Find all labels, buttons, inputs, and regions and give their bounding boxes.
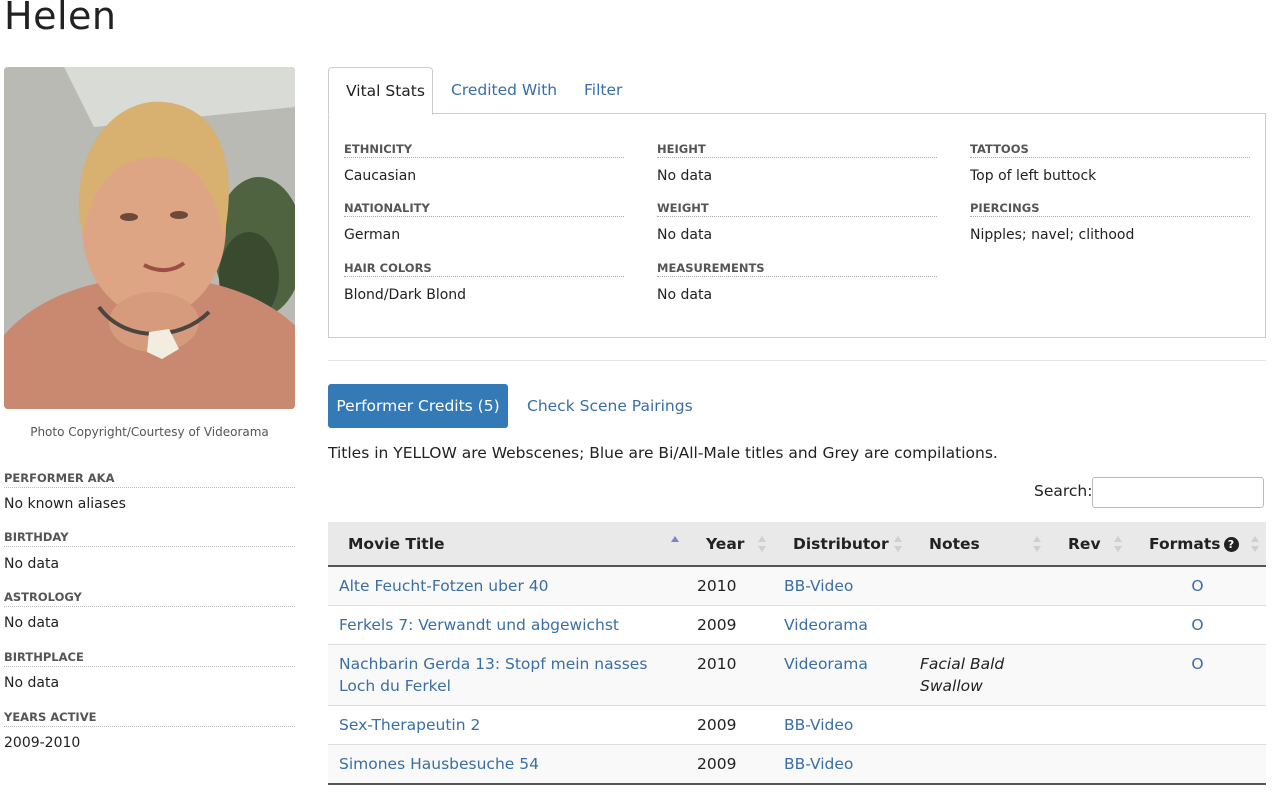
distributor-link[interactable]: Videorama xyxy=(784,616,868,634)
movie-title-link[interactable]: Simones Hausbesuche 54 xyxy=(339,755,539,773)
astrology-value: No data xyxy=(4,615,60,631)
movie-title-link[interactable]: Sex-Therapeutin 2 xyxy=(339,716,480,734)
tab-filter[interactable]: Filter xyxy=(567,67,639,113)
column-label: Year xyxy=(706,534,745,553)
sort-both-icon xyxy=(1114,536,1122,552)
height-label: HEIGHT xyxy=(657,142,937,158)
measurements-value: No data xyxy=(657,287,713,303)
column-header-notes[interactable]: Notes xyxy=(909,522,1048,567)
notes-cell xyxy=(909,565,1048,606)
search-label: Search: xyxy=(1034,482,1093,500)
rev-cell xyxy=(1048,644,1129,706)
column-label: Formats xyxy=(1149,534,1221,553)
years-active-value: 2009-2010 xyxy=(4,735,81,751)
table-row: Alte Feucht-Fotzen uber 40 2010 BB-Video… xyxy=(328,565,1266,606)
nationality-label: NATIONALITY xyxy=(344,201,624,217)
notes-cell xyxy=(909,744,1048,785)
section-divider xyxy=(328,360,1266,361)
table-row: Simones Hausbesuche 54 2009 BB-Video xyxy=(328,744,1266,785)
table-row: Sex-Therapeutin 2 2009 BB-Video xyxy=(328,705,1266,745)
movie-title-link[interactable]: Nachbarin Gerda 13: Stopf mein nasses Lo… xyxy=(339,655,647,695)
rev-cell xyxy=(1048,705,1129,745)
height-value: No data xyxy=(657,168,713,184)
rev-cell xyxy=(1048,744,1129,785)
movie-title-link[interactable]: Ferkels 7: Verwandt und abgewichst xyxy=(339,616,619,634)
column-header-year[interactable]: Year xyxy=(686,522,773,567)
vital-stats-panel: ETHNICITY Caucasian NATIONALITY German H… xyxy=(328,113,1266,338)
movie-title-link[interactable]: Alte Feucht-Fotzen uber 40 xyxy=(339,577,548,595)
birthplace-value: No data xyxy=(4,675,60,691)
column-label: Distributor xyxy=(793,534,889,553)
column-header-rev[interactable]: Rev xyxy=(1048,522,1129,567)
tattoos-value: Top of left buttock xyxy=(970,168,1097,184)
piercings-value: Nipples; navel; clithood xyxy=(970,227,1135,243)
distributor-link[interactable]: Videorama xyxy=(784,655,868,673)
piercings-label: PIERCINGS xyxy=(970,201,1250,217)
ethnicity-value: Caucasian xyxy=(344,168,417,184)
column-header-distributor[interactable]: Distributor xyxy=(773,522,909,567)
year-cell: 2010 xyxy=(686,644,773,706)
weight-value: No data xyxy=(657,227,713,243)
distributor-link[interactable]: BB-Video xyxy=(784,716,853,734)
years-active-label: YEARS ACTIVE xyxy=(4,710,295,727)
distributor-link[interactable]: BB-Video xyxy=(784,577,853,595)
year-cell: 2009 xyxy=(686,605,773,645)
nationality-value: German xyxy=(344,227,401,243)
check-scene-pairings-link[interactable]: Check Scene Pairings xyxy=(527,384,693,428)
format-link[interactable]: O xyxy=(1191,616,1203,634)
sort-both-icon xyxy=(1033,536,1041,552)
notes-cell xyxy=(909,705,1048,745)
sort-both-icon xyxy=(758,536,766,552)
performer-name: Helen xyxy=(4,0,117,38)
sort-ascending-icon xyxy=(671,536,679,542)
tab-vital-stats[interactable]: Vital Stats xyxy=(328,67,433,115)
performer-credits-button[interactable]: Performer Credits (5) xyxy=(328,384,508,428)
year-cell: 2010 xyxy=(686,565,773,606)
format-link[interactable]: O xyxy=(1191,655,1203,673)
credits-table: Movie Title Year Distributor Notes Rev F… xyxy=(328,522,1266,785)
performer-photo xyxy=(4,67,295,409)
sort-both-icon xyxy=(1251,536,1259,552)
aka-label: PERFORMER AKA xyxy=(4,471,295,488)
search-input[interactable] xyxy=(1092,477,1264,508)
rev-cell xyxy=(1048,565,1129,606)
sort-both-icon xyxy=(894,536,902,552)
birthplace-label: BIRTHPLACE xyxy=(4,650,295,667)
distributor-link[interactable]: BB-Video xyxy=(784,755,853,773)
column-label: Movie Title xyxy=(348,534,445,553)
year-cell: 2009 xyxy=(686,744,773,785)
ethnicity-label: ETHNICITY xyxy=(344,142,624,158)
table-header-row: Movie Title Year Distributor Notes Rev F… xyxy=(328,522,1266,567)
hair-colors-value: Blond/Dark Blond xyxy=(344,287,467,303)
format-link[interactable]: O xyxy=(1191,577,1203,595)
table-row: Nachbarin Gerda 13: Stopf mein nasses Lo… xyxy=(328,644,1266,706)
notes-cell: Facial Bald Swallow xyxy=(909,644,1048,706)
column-header-formats[interactable]: Formats? xyxy=(1129,522,1266,567)
astrology-label: ASTROLOGY xyxy=(4,590,295,607)
weight-label: WEIGHT xyxy=(657,201,937,217)
column-header-movie-title[interactable]: Movie Title xyxy=(328,522,686,567)
aka-value: No known aliases xyxy=(4,496,126,512)
rev-cell xyxy=(1048,605,1129,645)
question-circle-icon[interactable]: ? xyxy=(1223,536,1239,552)
column-label: Rev xyxy=(1068,534,1101,553)
notes-cell xyxy=(909,605,1048,645)
birthday-value: No data xyxy=(4,556,60,572)
tattoos-label: TATTOOS xyxy=(970,142,1250,158)
year-cell: 2009 xyxy=(686,705,773,745)
photo-caption: Photo Copyright/Courtesy of Videorama xyxy=(30,425,269,439)
birthday-label: BIRTHDAY xyxy=(4,530,295,547)
tab-credited-with[interactable]: Credited With xyxy=(434,67,574,113)
color-legend-text: Titles in YELLOW are Webscenes; Blue are… xyxy=(328,444,998,462)
table-row: Ferkels 7: Verwandt und abgewichst 2009 … xyxy=(328,605,1266,645)
measurements-label: MEASUREMENTS xyxy=(657,261,937,277)
column-label: Notes xyxy=(929,534,980,553)
hair-colors-label: HAIR COLORS xyxy=(344,261,624,277)
